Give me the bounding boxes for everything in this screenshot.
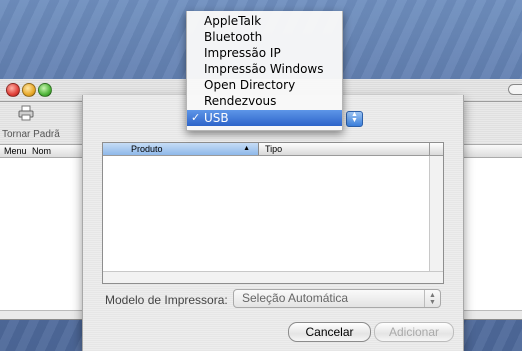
- cancel-button[interactable]: Cancelar: [288, 322, 371, 342]
- column-header-nome[interactable]: Nom: [32, 145, 51, 157]
- add-button[interactable]: Adicionar: [374, 322, 454, 342]
- vertical-scrollbar[interactable]: [429, 156, 443, 272]
- printer-model-label: Modelo de Impressora:: [105, 293, 228, 307]
- menu-item-usb[interactable]: ✓ USB: [187, 110, 342, 126]
- column-header-produto[interactable]: Produto ▲: [103, 143, 259, 155]
- checkmark-icon: ✓: [191, 111, 201, 124]
- menu-item-rendezvous[interactable]: Rendezvous: [187, 93, 342, 109]
- column-header-menu[interactable]: Menu: [4, 145, 27, 157]
- column-divider: [429, 143, 430, 155]
- menu-item-bluetooth[interactable]: Bluetooth: [187, 29, 342, 45]
- toolbar-toggle-button[interactable]: [508, 84, 522, 95]
- minimize-window-icon[interactable]: [22, 83, 36, 97]
- menu-item-open-directory[interactable]: Open Directory: [187, 77, 342, 93]
- connection-popup-arrows-icon[interactable]: ▲ ▼: [346, 111, 363, 127]
- make-default-label[interactable]: Tornar Padrã: [2, 129, 60, 140]
- add-printer-sheet: ▲ ▼ Produto ▲ Tipo Modelo de Impressora: …: [82, 95, 464, 351]
- printer-browser-table: Produto ▲ Tipo: [102, 142, 444, 284]
- printer-icon[interactable]: [18, 105, 34, 121]
- connection-type-menu: AppleTalk Bluetooth Impressão IP Impress…: [186, 11, 343, 131]
- select-arrows-icon: ▲ ▼: [424, 290, 440, 307]
- printer-model-select[interactable]: Seleção Automática ▲ ▼: [233, 289, 441, 308]
- printer-model-value: Seleção Automática: [242, 291, 349, 305]
- sort-ascending-icon: ▲: [243, 145, 250, 152]
- table-header: Produto ▲ Tipo: [103, 143, 443, 156]
- menu-item-impressao-ip[interactable]: Impressão IP: [187, 45, 342, 61]
- close-window-icon[interactable]: [6, 83, 20, 97]
- horizontal-scrollbar[interactable]: [103, 271, 443, 283]
- menu-item-impressao-windows[interactable]: Impressão Windows: [187, 61, 342, 77]
- column-header-tipo[interactable]: Tipo: [265, 143, 282, 155]
- zoom-window-icon[interactable]: [38, 83, 52, 97]
- menu-item-appletalk[interactable]: AppleTalk: [187, 13, 342, 29]
